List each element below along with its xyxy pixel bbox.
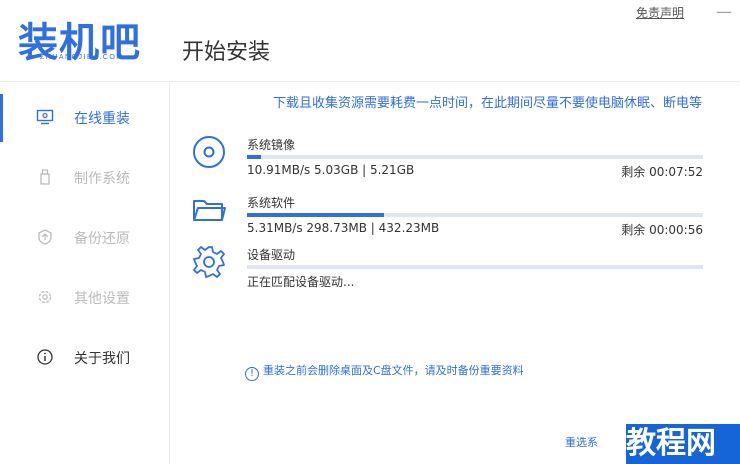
task-remaining: 剩余 00:00:56 (621, 223, 703, 237)
warning-icon: ! (245, 367, 259, 381)
main-panel: 下载且收集资源需要耗费一点时间，在此期间尽量不要使电脑休眠、断电等 系统镜像 1… (171, 82, 740, 464)
sidebar-item-label: 在线重装 (74, 111, 130, 127)
sidebar-item-label: 其他设置 (74, 291, 130, 307)
sidebar-item-label: 关于我们 (74, 351, 130, 367)
progress-track (247, 265, 703, 269)
backup-icon (38, 229, 52, 245)
sidebar: 在线重装 制作系统 备份还原 其他设置 关于我们 (0, 82, 170, 464)
reselect-system-link[interactable]: 重选系 (565, 434, 598, 450)
warning-tip: ! 重装之前会删除桌面及C盘文件，请及时备份重要资料 (245, 362, 524, 381)
folder-icon (193, 200, 226, 221)
active-indicator (0, 94, 3, 142)
notice-text: 下载且收集资源需要耗费一点时间，在此期间尽量不要使电脑休眠、断电等 (272, 96, 702, 111)
task-name: 系统镜像 (247, 138, 296, 152)
progress-track (247, 155, 703, 159)
task-name: 设备驱动 (247, 248, 296, 262)
header: 装机吧 ZHUANGJIBA.COM 开始安装 免责声明 — (0, 0, 740, 82)
task-name: 系统软件 (247, 196, 296, 210)
task-detail: 5.31MB/s 298.73MB | 432.23MB (247, 221, 440, 235)
minimize-button[interactable]: — (712, 2, 736, 22)
gear-icon (38, 290, 52, 304)
disc-icon (193, 136, 225, 168)
page-title: 开始安装 (182, 40, 271, 65)
task-detail: 正在匹配设备驱动... (247, 275, 355, 289)
watermark: 教程网 (626, 424, 740, 464)
task-system-image: 系统镜像 10.91MB/s 5.03GB | 5.21GB 剩余 00:07:… (191, 134, 711, 190)
task-device-drivers: 设备驱动 正在匹配设备驱动... (191, 244, 711, 300)
sidebar-item-label: 备份还原 (74, 231, 130, 247)
sidebar-item-make-system[interactable]: 制作系统 (0, 146, 170, 206)
usb-icon (40, 169, 50, 185)
task-remaining: 剩余 00:07:52 (621, 165, 703, 179)
installer-window: 装机吧 ZHUANGJIBA.COM 开始安装 免责声明 — 在线重装 制作系统 (0, 0, 740, 464)
progress-fill (247, 213, 384, 217)
sidebar-item-other-settings[interactable]: 其他设置 (0, 266, 170, 326)
info-icon (37, 349, 53, 365)
task-detail: 10.91MB/s 5.03GB | 5.21GB (247, 163, 415, 177)
tip-text: 重装之前会删除桌面及C盘文件，请及时备份重要资料 (263, 364, 524, 377)
sidebar-item-about-us[interactable]: 关于我们 (0, 326, 170, 386)
task-system-software: 系统软件 5.31MB/s 298.73MB | 432.23MB 剩余 00:… (191, 192, 711, 248)
logo-subtext: ZHUANGJIBA.COM (40, 54, 124, 61)
disclaimer-link[interactable]: 免责声明 (636, 4, 684, 21)
monitor-icon (36, 109, 54, 125)
logo: 装机吧 ZHUANGJIBA.COM (18, 10, 158, 70)
progress-fill (247, 155, 261, 159)
sidebar-item-label: 制作系统 (74, 171, 130, 187)
progress-track (247, 213, 703, 217)
sidebar-item-backup-restore[interactable]: 备份还原 (0, 206, 170, 266)
sidebar-item-online-reinstall[interactable]: 在线重装 (0, 86, 170, 146)
gear-icon (193, 246, 225, 278)
